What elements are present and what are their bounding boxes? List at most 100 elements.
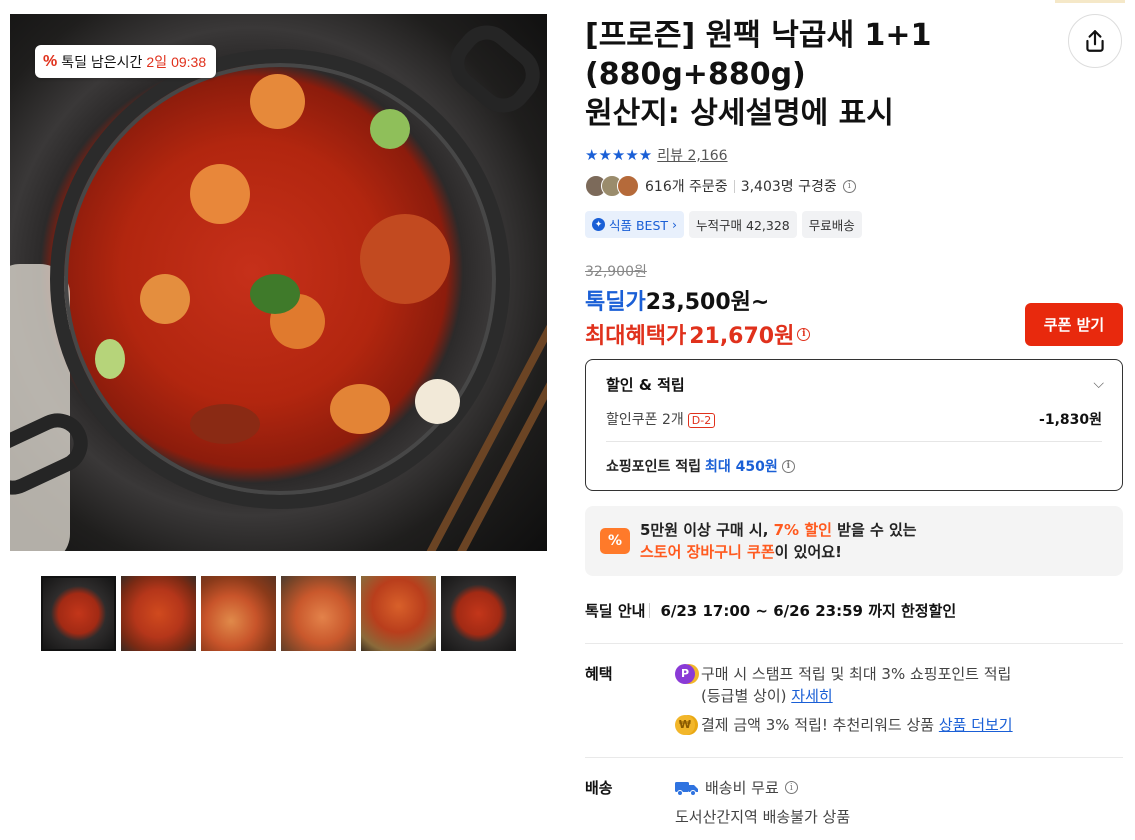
thumbnail-strip — [41, 576, 516, 651]
deal-info-period: 6/23 17:00 ~ 6/26 23:59 까지 한정할인 — [660, 602, 957, 620]
reward-coin-icon: ₩ — [675, 715, 695, 735]
section-divider — [585, 757, 1123, 758]
banner-highlight: 7% 할인 — [773, 521, 832, 539]
cumulative-purchase-label: 누적구매 42,328 — [696, 218, 790, 233]
coupon-percent-icon: % — [600, 528, 630, 554]
coupon-label: 할인쿠폰 2개 — [606, 412, 684, 428]
point-coin-icon: P — [675, 664, 695, 684]
truck-icon — [675, 781, 698, 796]
benefit-text: 결제 금액 3% 적립! 추천리워드 상품 — [701, 716, 935, 734]
food-rice-cake — [415, 379, 460, 424]
deal-price-value: 23,500원~ — [645, 290, 770, 315]
original-price: 32,900원 — [585, 264, 647, 280]
cart-coupon-banner[interactable]: % 5만원 이상 구매 시, 7% 할인 받을 수 있는 스토어 장바구니 쿠폰… — [585, 506, 1123, 576]
coupon-dday-badge: D-2 — [687, 413, 716, 428]
badge-icon: ✦ — [592, 218, 605, 231]
benefit-text: 구매 시 스탬프 적립 및 최대 3% 쇼핑포인트 적립 — [701, 665, 1012, 683]
food-scallion — [250, 274, 300, 314]
timer-time: 09:38 — [171, 53, 207, 70]
chevron-right-icon: › — [672, 217, 678, 232]
point-row: 쇼핑포인트 적립 최대 450원 i — [606, 456, 795, 476]
thumbnail-2[interactable] — [121, 576, 196, 651]
max-benefit-label: 최대혜택가 — [585, 324, 687, 349]
cart-coupon-text: 5만원 이상 구매 시, 7% 할인 받을 수 있는 스토어 장바구니 쿠폰이 … — [640, 519, 917, 563]
thumbnail-3[interactable] — [201, 576, 276, 651]
point-value: 최대 450원 — [705, 459, 778, 475]
food-scallion — [95, 339, 125, 379]
free-shipping-tag: 무료배송 — [801, 211, 862, 238]
food-scallion — [370, 109, 410, 149]
shipping-fee: 배송비 무료 — [705, 779, 779, 797]
food-best-tag[interactable]: ✦ 식품 BEST › — [585, 211, 685, 238]
tags-row: ✦ 식품 BEST › 누적구매 42,328 무료배송 — [585, 211, 862, 238]
free-shipping-label: 무료배송 — [808, 218, 855, 233]
deal-timer-badge: % 톡딜 남은시간 2일 09:38 — [35, 45, 217, 78]
get-coupon-button[interactable]: 쿠폰 받기 — [1025, 303, 1123, 346]
benefit-text: (등급별 상이) — [701, 687, 787, 705]
thumbnail-5[interactable] — [361, 576, 436, 651]
divider — [733, 179, 735, 193]
food-shrimp — [330, 384, 390, 434]
deal-price-label: 톡딜가 — [585, 290, 646, 315]
info-icon[interactable]: i — [781, 459, 795, 473]
banner-text: 받을 수 있는 — [831, 521, 917, 539]
buyer-avatars — [585, 175, 639, 197]
deal-info-label: 톡딜 안내 — [585, 602, 646, 620]
shipping-note: 도서산간지역 배송불가 상품 — [675, 808, 851, 826]
food-octopus — [190, 404, 260, 444]
benefit-line: ₩ 결제 금액 3% 적립! 추천리워드 상품 상품 더보기 — [675, 714, 1013, 736]
section-divider — [585, 643, 1123, 644]
food-best-label: 식품 BEST — [609, 218, 669, 233]
deal-info-row: 톡딜 안내 6/23 17:00 ~ 6/26 23:59 까지 한정할인 — [585, 600, 956, 621]
divider — [649, 603, 651, 618]
banner-highlight: 스토어 장바구니 쿠폰 — [640, 543, 775, 561]
thumbnail-4[interactable] — [281, 576, 356, 651]
pan-handle — [438, 14, 547, 125]
discount-box-title: 할인 & 적립 — [606, 376, 685, 394]
coupon-amount: -1,830원 — [1039, 412, 1102, 428]
share-button[interactable] — [1068, 14, 1122, 68]
banner-text: 이 있어요! — [774, 543, 842, 561]
ordering-count: 616개 주문중 — [645, 179, 728, 195]
food-shrimp — [140, 274, 190, 324]
percent-icon: % — [43, 52, 58, 70]
thumbnail-1[interactable] — [41, 576, 116, 651]
share-icon — [1086, 30, 1104, 52]
product-title: [프로즌] 원팩 낙곱새 1+1 (880g+880g) 원산지: 상세설명에 … — [585, 16, 1055, 133]
rating-stars: ★★★★★ — [585, 146, 653, 164]
main-product-image: % 톡딜 남은시간 2일 09:38 — [10, 14, 547, 551]
avatar — [617, 175, 639, 197]
benefit-line: P 구매 시 스탬프 적립 및 최대 3% 쇼핑포인트 적립 (등급별 상이) … — [675, 663, 1011, 707]
thumbnail-6[interactable] — [441, 576, 516, 651]
discount-accumulation-box[interactable]: 할인 & 적립 ⌵ 할인쿠폰 2개 D-2 -1,830원 쇼핑포인트 적립 최대… — [585, 359, 1123, 491]
product-title-line: 원산지: 상세설명에 표시 — [585, 96, 894, 131]
info-icon[interactable]: i — [842, 179, 856, 193]
deal-price-row: 톡딜가23,500원~ — [585, 284, 769, 316]
food-shrimp — [190, 164, 250, 224]
shipping-fee-line: 배송비 무료 i — [675, 777, 798, 798]
product-title-line: [프로즌] 원팩 낙곱새 1+1 — [585, 18, 932, 53]
details-link[interactable]: 자세히 — [791, 687, 832, 705]
cumulative-purchase-tag: 누적구매 42,328 — [689, 211, 797, 238]
more-products-link[interactable]: 상품 더보기 — [939, 716, 1013, 734]
benefit-label: 혜택 — [585, 665, 613, 683]
max-benefit-price: 21,670원 — [689, 324, 795, 349]
info-icon[interactable]: i — [797, 327, 811, 341]
divider — [606, 441, 1102, 442]
order-status-row: 616개 주문중 3,403명 구경중 i — [585, 175, 856, 197]
coupon-row: 할인쿠폰 2개 D-2 -1,830원 — [606, 409, 1102, 429]
product-title-line: (880g+880g) — [585, 57, 806, 92]
banner-text: 5만원 이상 구매 시, — [640, 521, 774, 539]
info-icon[interactable]: i — [784, 781, 798, 794]
food-noodles — [360, 214, 450, 304]
point-label: 쇼핑포인트 적립 — [606, 459, 702, 475]
rating-row: ★★★★★ 리뷰 2,166 — [585, 145, 728, 165]
timer-prefix: 톡딜 남은시간 — [61, 53, 143, 70]
viewing-count: 3,403명 구경중 — [740, 179, 837, 195]
max-benefit-row: 최대혜택가 21,670원 i — [585, 318, 811, 350]
review-count-link[interactable]: 리뷰 2,166 — [657, 145, 727, 165]
chevron-down-icon[interactable]: ⌵ — [1093, 376, 1104, 392]
timer-days: 2일 — [146, 53, 168, 70]
food-shrimp — [250, 74, 305, 129]
top-decoration — [1055, 0, 1125, 3]
